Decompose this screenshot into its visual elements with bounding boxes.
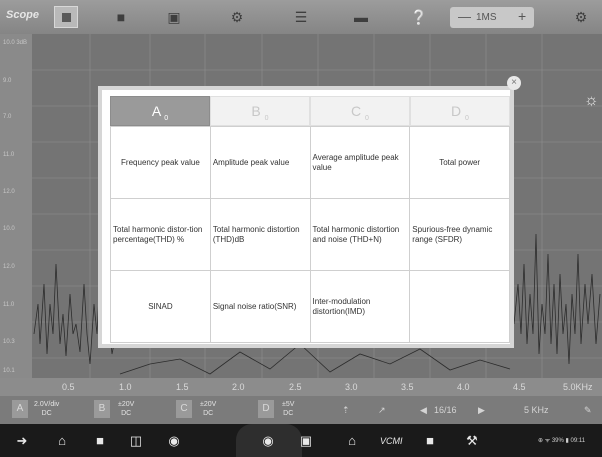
channel-c-button[interactable]: C — [176, 400, 192, 418]
menu-icon[interactable]: ☰ — [292, 8, 310, 26]
channel-coupling: DC — [203, 410, 214, 417]
camera-icon[interactable]: ◉ — [258, 432, 278, 450]
option-cell[interactable] — [409, 270, 510, 343]
x-tick-label: 3.0 — [345, 382, 358, 392]
pen-icon[interactable]: ✎ — [584, 405, 592, 416]
back-icon[interactable]: ➜ — [12, 432, 32, 450]
option-cell[interactable]: Frequency peak value — [110, 126, 211, 199]
tools-icon[interactable]: ⚒ — [462, 432, 482, 450]
channel-b-settings[interactable]: ±20V DC — [118, 400, 134, 418]
channel-settings-bar: A 2.0V/div DC B ±20V DC C ±20V DC D ±5V DC ⇡… — [0, 396, 602, 424]
tab-channel-d[interactable]: D 0 — [410, 96, 510, 126]
frequency-value[interactable]: 5 KHz — [524, 405, 549, 415]
channel-d-button[interactable]: D — [258, 400, 274, 418]
close-icon[interactable]: × — [507, 76, 521, 90]
x-tick-label: 3.5 — [401, 382, 414, 392]
channel-b-button[interactable]: B — [94, 400, 110, 418]
x-tick-label: 0.5 — [62, 382, 75, 392]
channel-scale: ±20V — [118, 401, 135, 408]
option-cell[interactable]: Total harmonic distor-tion percentage(TH… — [110, 198, 211, 271]
tab-label: A — [151, 103, 161, 119]
channel-d-settings[interactable]: ±5V DC — [282, 400, 294, 418]
option-cell[interactable]: SINAD — [110, 270, 211, 343]
app-title: Scope — [6, 9, 40, 21]
next-page-icon[interactable]: ▶ — [478, 405, 485, 416]
tab-label: D — [451, 103, 462, 119]
channel-scale: ±20V — [200, 401, 217, 408]
option-cell[interactable]: Signal noise ratio(SNR) — [209, 270, 311, 343]
x-axis: 0.5 1.0 1.5 2.0 2.5 3.0 3.5 4.0 4.5 5.0K… — [0, 378, 602, 396]
browser-icon[interactable]: ◉ — [164, 432, 184, 450]
option-row: SINAD Signal noise ratio(SNR) Inter-modu… — [110, 270, 510, 343]
help-icon[interactable]: ❔ — [410, 8, 428, 26]
channel-coupling: DC — [41, 410, 52, 417]
tab-channel-b[interactable]: B 0 — [210, 96, 310, 126]
trigger-icon[interactable]: ⇡ — [342, 405, 350, 416]
top-toolbar: Scope ■ ▣ ⚙ ☰ ▬ ❔ — 1MS + ⚙ — [0, 0, 602, 34]
x-tick-label: 4.5 — [513, 382, 526, 392]
option-cell[interactable]: Total harmonic distortion and noise (THD… — [309, 198, 411, 271]
prev-page-icon[interactable]: ◀ — [420, 405, 427, 416]
x-tick-label: 2.5 — [289, 382, 302, 392]
tab-channel-a[interactable]: A 0 — [110, 96, 210, 126]
timebase-decrease-button[interactable]: — — [458, 9, 471, 24]
option-cell[interactable]: Total harmonic distortion (THD)dB — [209, 198, 311, 271]
option-row: Total harmonic distor-tion percentage(TH… — [110, 198, 510, 271]
measurement-options-grid: Frequency peak value Amplitude peak valu… — [110, 126, 510, 343]
x-tick-label: 1.5 — [176, 382, 189, 392]
tab-channel-c[interactable]: C 0 — [310, 96, 410, 126]
tab-sub: 0 — [164, 114, 169, 122]
vehicle-home-icon[interactable]: ⌂ — [342, 432, 362, 450]
calendar-icon[interactable]: ▣ — [165, 8, 183, 26]
measurement-dialog: A 0 B 0 C 0 D 0 Frequency peak value Amp… — [98, 86, 514, 348]
channel-c-settings[interactable]: ±20V DC — [200, 400, 216, 418]
tab-sub: 0 — [264, 114, 269, 122]
x-tick-label: 1.0 — [119, 382, 132, 392]
option-cell[interactable]: Spurious-free dynamic range (SFDR) — [409, 198, 510, 271]
x-tick-label: 5.0KHz — [563, 382, 593, 392]
channel-coupling: DC — [283, 410, 294, 417]
option-row: Frequency peak value Amplitude peak valu… — [110, 126, 510, 199]
car-icon[interactable]: ■ — [420, 432, 440, 450]
timebase-value: 1MS — [476, 12, 497, 23]
tab-label: C — [351, 103, 362, 119]
channel-a-settings[interactable]: 2.0V/div DC — [34, 400, 59, 418]
channel-tabs: A 0 B 0 C 0 D 0 — [110, 96, 510, 126]
tab-sub: 0 — [465, 114, 469, 122]
timebase-increase-button[interactable]: + — [518, 8, 526, 24]
folder-icon[interactable]: ▬ — [352, 8, 370, 26]
split-screen-icon[interactable]: ◫ — [126, 432, 146, 450]
tab-label: B — [251, 103, 261, 119]
stop-button[interactable] — [54, 6, 78, 28]
car-icon[interactable]: ■ — [112, 8, 130, 26]
brightness-icon[interactable]: ☼ — [584, 92, 599, 110]
option-cell[interactable]: Inter-modulation distortion(IMD) — [309, 270, 411, 343]
vcmi-icon[interactable]: VCMI — [380, 432, 403, 450]
gear-icon[interactable]: ⚙ — [228, 8, 246, 26]
trigger-edge-icon[interactable]: ↗ — [378, 405, 386, 416]
channel-coupling: DC — [121, 410, 132, 417]
option-cell[interactable]: Average amplitude peak value — [309, 126, 411, 199]
option-cell[interactable]: Total power — [409, 126, 510, 199]
timebase-control[interactable]: — 1MS + — [450, 7, 534, 28]
tab-sub: 0 — [365, 114, 369, 122]
x-tick-label: 4.0 — [457, 382, 470, 392]
channel-scale: ±5V — [282, 401, 295, 408]
option-cell[interactable]: Amplitude peak value — [209, 126, 311, 199]
page-indicator: 16/16 — [434, 405, 457, 415]
home-icon[interactable]: ⌂ — [52, 432, 72, 450]
gear-icon[interactable]: ⚙ — [572, 8, 590, 26]
status-bar: ⊕ ᯤ 39% ▮ 09:11 — [538, 438, 586, 444]
recent-apps-icon[interactable]: ■ — [90, 432, 110, 450]
screen-record-icon[interactable]: ▣ — [296, 432, 316, 450]
channel-scale: 2.0V/div — [34, 401, 60, 408]
channel-a-button[interactable]: A — [12, 400, 28, 418]
x-tick-label: 2.0 — [232, 382, 245, 392]
system-nav-bar: ➜ ⌂ ■ ◫ ◉ ◉ ▣ ⌂ VCMI ■ ⚒ ⊕ ᯤ 39% ▮ 09:11 — [0, 424, 602, 457]
